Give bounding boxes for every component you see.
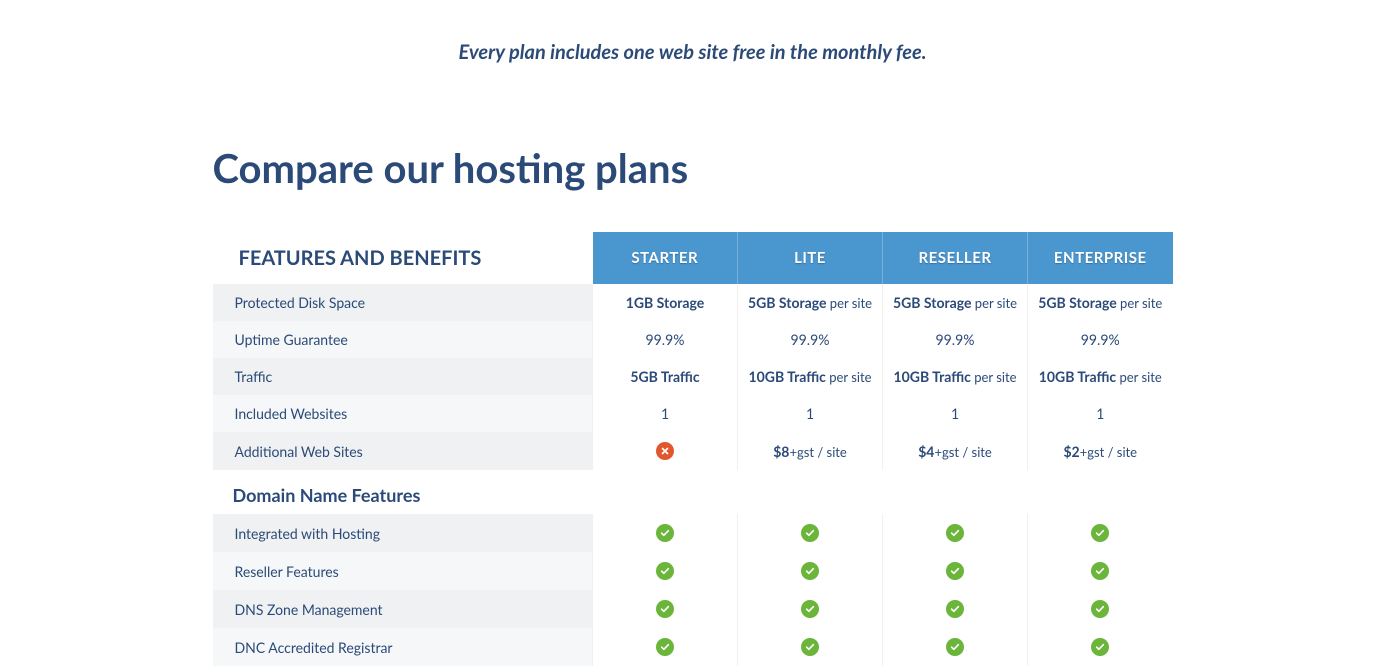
feature-value	[738, 590, 883, 628]
table-row: Integrated with Hosting	[213, 514, 1173, 552]
feature-value	[593, 514, 738, 552]
feature-value: 99.9%	[593, 321, 738, 358]
check-icon	[946, 638, 964, 656]
feature-value: 5GB Storage per site	[883, 284, 1028, 321]
table-row: Protected Disk Space1GB Storage5GB Stora…	[213, 284, 1173, 321]
feature-label: DNC Accredited Registrar	[213, 628, 593, 666]
feature-value	[1028, 628, 1173, 666]
feature-value: $2+gst / site	[1028, 432, 1173, 470]
feature-value: 1GB Storage	[593, 284, 738, 321]
feature-value: 99.9%	[1028, 321, 1173, 358]
feature-label: Additional Web Sites	[213, 432, 593, 470]
feature-value: 99.9%	[883, 321, 1028, 358]
features-header: FEATURES AND BENEFITS	[213, 232, 593, 284]
check-icon	[801, 638, 819, 656]
page-title: Compare our hosting plans	[213, 144, 1173, 192]
feature-value: 5GB Traffic	[593, 358, 738, 395]
feature-label: Integrated with Hosting	[213, 514, 593, 552]
check-icon	[946, 524, 964, 542]
feature-value: 1	[593, 395, 738, 432]
feature-label: Included Websites	[213, 395, 593, 432]
plan-header-starter: STARTER	[593, 232, 738, 284]
feature-value: 5GB Storage per site	[738, 284, 883, 321]
feature-value: 10GB Traffic per site	[738, 358, 883, 395]
table-row: Uptime Guarantee99.9%99.9%99.9%99.9%	[213, 321, 1173, 358]
check-icon	[1091, 638, 1109, 656]
feature-value	[1028, 514, 1173, 552]
feature-value	[593, 432, 738, 470]
feature-label: Reseller Features	[213, 552, 593, 590]
feature-label: DNS Zone Management	[213, 590, 593, 628]
feature-value	[883, 590, 1028, 628]
feature-label: Uptime Guarantee	[213, 321, 593, 358]
check-icon	[656, 600, 674, 618]
check-icon	[656, 524, 674, 542]
check-icon	[801, 524, 819, 542]
feature-value	[738, 628, 883, 666]
feature-value: 1	[738, 395, 883, 432]
feature-value	[738, 552, 883, 590]
feature-label: Traffic	[213, 358, 593, 395]
cross-icon	[656, 442, 674, 460]
table-row: Additional Web Sites $8+gst / site$4+gst …	[213, 432, 1173, 470]
check-icon	[801, 562, 819, 580]
feature-value	[883, 552, 1028, 590]
check-icon	[1091, 524, 1109, 542]
check-icon	[656, 562, 674, 580]
feature-value: 1	[1028, 395, 1173, 432]
tagline: Every plan includes one web site free in…	[213, 40, 1173, 64]
feature-value: 99.9%	[738, 321, 883, 358]
feature-value	[1028, 552, 1173, 590]
feature-label: Protected Disk Space	[213, 284, 593, 321]
feature-value	[593, 628, 738, 666]
check-icon	[656, 638, 674, 656]
feature-value: 10GB Traffic per site	[1028, 358, 1173, 395]
feature-value	[883, 628, 1028, 666]
plan-header-reseller: RESELLER	[883, 232, 1028, 284]
plan-header-lite: LITE	[738, 232, 883, 284]
feature-value	[883, 514, 1028, 552]
table-row: Reseller Features	[213, 552, 1173, 590]
feature-value: 1	[883, 395, 1028, 432]
check-icon	[1091, 600, 1109, 618]
feature-value: 5GB Storage per site	[1028, 284, 1173, 321]
table-row: Included Websites1111	[213, 395, 1173, 432]
feature-value: 10GB Traffic per site	[883, 358, 1028, 395]
section-title-domain: Domain Name Features	[213, 470, 1173, 514]
pricing-table: FEATURES AND BENEFITS STARTER LITE RESEL…	[213, 232, 1173, 666]
plan-header-enterprise: ENTERPRISE	[1028, 232, 1173, 284]
check-icon	[946, 600, 964, 618]
feature-value: $8+gst / site	[738, 432, 883, 470]
check-icon	[801, 600, 819, 618]
table-row: DNS Zone Management	[213, 590, 1173, 628]
feature-value	[593, 552, 738, 590]
feature-value	[593, 590, 738, 628]
check-icon	[1091, 562, 1109, 580]
table-row: Traffic5GB Traffic10GB Traffic per site1…	[213, 358, 1173, 395]
feature-value	[1028, 590, 1173, 628]
feature-value	[738, 514, 883, 552]
feature-value: $4+gst / site	[883, 432, 1028, 470]
check-icon	[946, 562, 964, 580]
table-row: DNC Accredited Registrar	[213, 628, 1173, 666]
